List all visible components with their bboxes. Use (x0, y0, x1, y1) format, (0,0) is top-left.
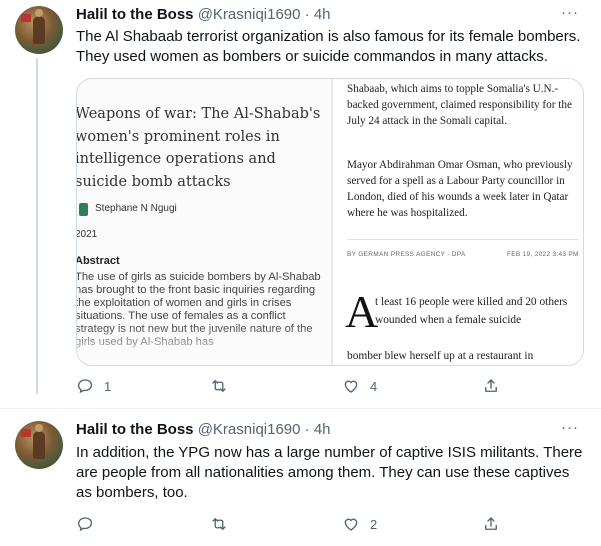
news-body-continued: bomber blew herself up at a restaurant i… (347, 350, 534, 362)
paper-year: 2021 (77, 229, 98, 240)
reply-icon (77, 379, 93, 394)
reply-icon (77, 517, 93, 532)
news-date: FEB 19, 2022 3:43 PM (507, 251, 579, 258)
avatar[interactable] (15, 421, 63, 469)
news-dropcap: A (345, 286, 379, 337)
retweet-icon (212, 380, 226, 392)
retweet-button[interactable] (210, 374, 238, 398)
like-button[interactable]: 4 (342, 374, 377, 398)
separator-dot: · (304, 6, 310, 23)
reply-count: 1 (104, 378, 112, 394)
timestamp[interactable]: 4h (314, 6, 331, 23)
like-count: 2 (370, 516, 378, 532)
tweet-text: The Al Shabaab terrorist organization is… (76, 28, 581, 65)
user-handle[interactable]: @Krasniqi1690 (198, 6, 301, 23)
news-body: t least 16 people were killed and 20 oth… (375, 296, 568, 326)
share-icon (485, 517, 497, 530)
fade-overlay (77, 325, 331, 365)
retweet-button[interactable] (210, 512, 238, 536)
like-icon (344, 380, 358, 393)
news-separator (347, 239, 579, 240)
display-name[interactable]: Halil to the Boss (76, 421, 194, 438)
timestamp[interactable]: 4h (314, 421, 331, 438)
paper-author: Stephane N Ngugi (95, 203, 177, 214)
like-icon (344, 518, 358, 531)
tweet-header: Halil to the Boss @Krasniqi1690 · 4h (76, 420, 331, 440)
media-image-paper[interactable]: Weapons of war: The Al-Shabab's women's … (77, 79, 331, 365)
user-handle[interactable]: @Krasniqi1690 (198, 421, 301, 438)
like-count: 4 (370, 378, 378, 394)
tweet-header: Halil to the Boss @Krasniqi1690 · 4h (76, 5, 331, 25)
paper-title: Weapons of war: The Al-Shabab's women's … (77, 106, 321, 190)
share-button[interactable] (482, 512, 500, 536)
thread-connector-line (36, 58, 38, 394)
tweet-text: In addition, the YPG now has a large num… (76, 444, 583, 501)
author-icon (79, 203, 88, 216)
display-name[interactable]: Halil to the Boss (76, 6, 194, 23)
news-byline: BY GERMAN PRESS AGENCY - DPA (347, 251, 466, 258)
media-image-news[interactable]: Shabaab, which aims to topple Somalia's … (333, 79, 583, 365)
paper-abstract-heading: Abstract (77, 255, 120, 267)
tweet-divider (0, 408, 601, 409)
news-paragraph-1: Shabaab, which aims to topple Somalia's … (347, 83, 572, 127)
retweet-icon (212, 518, 226, 530)
tweet-actions: 2 (76, 512, 516, 536)
separator-dot: · (304, 421, 310, 438)
more-icon[interactable]: ··· (561, 4, 579, 21)
share-button[interactable] (482, 374, 500, 398)
like-button[interactable]: 2 (342, 512, 377, 536)
reply-button[interactable]: 1 (76, 374, 111, 398)
share-icon (485, 379, 497, 392)
avatar[interactable] (15, 6, 63, 54)
tweet-media[interactable]: Weapons of war: The Al-Shabab's women's … (76, 78, 584, 366)
reply-button[interactable] (76, 512, 104, 536)
more-icon[interactable]: ··· (561, 419, 579, 436)
news-paragraph-2: Mayor Abdirahman Omar Osman, who previou… (347, 159, 573, 219)
tweet-actions: 1 4 (76, 374, 516, 398)
